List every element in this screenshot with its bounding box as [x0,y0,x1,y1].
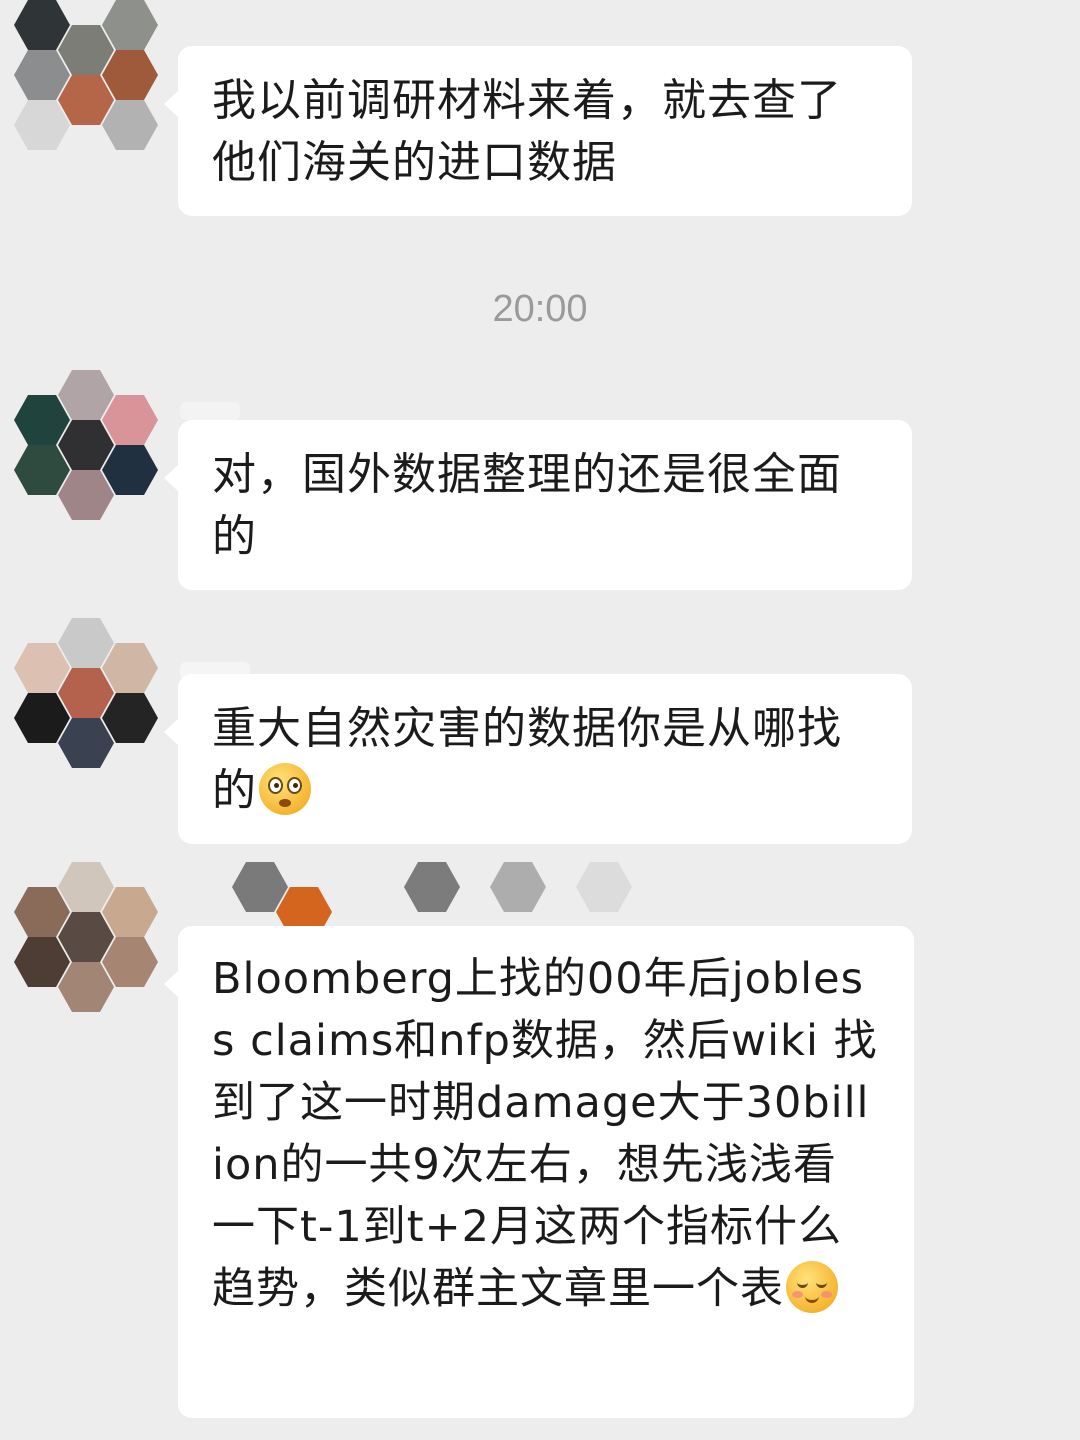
message-text: 对，国外数据整理的还是很全面的 [212,449,842,562]
sender-name-redacted [180,862,700,937]
avatar-tile [102,50,158,100]
redaction-tile [576,862,632,912]
chat-window: 我以前调研材料来着，就去查了他们海关的进口数据 20:00 对，国外数据整理的还… [0,0,1080,1440]
message-row: 对，国外数据整理的还是很全面的 [0,368,1080,598]
avatar-tile [102,643,158,693]
avatar-tile [102,887,158,937]
avatar-tile [58,75,114,125]
avatar[interactable] [14,618,160,768]
message-text: 我以前调研材料来着，就去查了他们海关的进口数据 [212,75,842,188]
message-bubble[interactable]: 我以前调研材料来着，就去查了他们海关的进口数据 [164,46,912,216]
timestamp: 20:00 [492,288,588,330]
message-bubble[interactable]: 对，国外数据整理的还是很全面的 [164,420,912,590]
message-row: Bloomberg上找的00年后jobless claims和nfp数据，然后w… [0,862,1080,1422]
avatar-tile [14,887,70,937]
avatar-tile [58,668,114,718]
blushing-smile-face-icon [786,1261,838,1313]
avatar-tile [58,912,114,962]
avatar-tile [14,937,70,987]
avatar-tile [58,862,114,912]
avatar-tile [14,643,70,693]
avatar-tile [58,618,114,668]
avatar-tile [14,100,70,150]
avatar-tile [14,0,70,50]
avatar-tile [14,693,70,743]
redaction-block [180,402,240,420]
avatar[interactable] [14,370,160,520]
avatar-tile [102,693,158,743]
avatar-tile [58,470,114,520]
avatar-tile [102,937,158,987]
avatar-tile [14,395,70,445]
avatar[interactable] [14,862,160,1012]
redaction-tile [404,862,460,912]
message-bubble[interactable]: 重大自然灾害的数据你是从哪找的 [164,674,912,844]
avatar-tile [58,370,114,420]
avatar-tile [102,445,158,495]
avatar-tile [14,445,70,495]
message-row: 重大自然灾害的数据你是从哪找的 [0,618,1080,848]
avatar-tile [102,0,158,50]
redaction-tile [232,862,288,912]
avatar-tile [58,25,114,75]
avatar-tile [102,100,158,150]
message-text-content: Bloomberg上找的00年后jobless claims和nfp数据，然后w… [212,954,878,1314]
message-text: 重大自然灾害的数据你是从哪找的 [212,698,878,822]
avatar-tile [102,395,158,445]
avatar-tile [58,962,114,1012]
avatar-tile [58,718,114,768]
avatar-tile [14,50,70,100]
message-bubble[interactable]: Bloomberg上找的00年后jobless claims和nfp数据，然后w… [164,926,914,1418]
message-row: 我以前调研材料来着，就去查了他们海关的进口数据 [0,0,1080,230]
avatar[interactable] [14,0,160,150]
astonished-face-icon [259,763,311,815]
avatar-tile [58,420,114,470]
message-text: Bloomberg上找的00年后jobless claims和nfp数据，然后w… [212,948,880,1320]
redaction-tile [490,862,546,912]
